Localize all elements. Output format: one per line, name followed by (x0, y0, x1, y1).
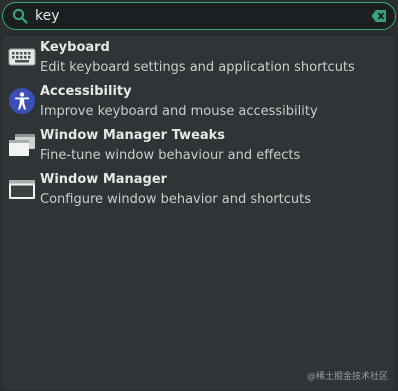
window-manager-icon (9, 180, 35, 199)
keyboard-icon (8, 48, 36, 66)
accessibility-icon (9, 88, 35, 114)
result-title: Window Manager Tweaks (40, 128, 226, 143)
settings-search-window: Keyboard Edit keyboard settings and appl… (0, 0, 398, 391)
result-title: Accessibility (40, 84, 132, 99)
clear-icon[interactable] (371, 9, 387, 23)
search-bar[interactable] (2, 2, 396, 30)
results-panel: Keyboard Edit keyboard settings and appl… (3, 36, 395, 389)
result-window-manager[interactable]: Window Manager Configure window behavior… (3, 168, 395, 212)
results-list: Keyboard Edit keyboard settings and appl… (3, 36, 395, 212)
search-input[interactable] (35, 6, 355, 26)
result-description: Configure window behavior and shortcuts (40, 192, 312, 207)
result-accessibility[interactable]: Accessibility Improve keyboard and mouse… (3, 80, 395, 124)
result-title: Keyboard (40, 40, 110, 55)
result-window-manager-tweaks[interactable]: Window Manager Tweaks Fine-tune window b… (3, 124, 395, 168)
result-description: Improve keyboard and mouse accessibility (40, 104, 318, 119)
result-keyboard[interactable]: Keyboard Edit keyboard settings and appl… (3, 36, 395, 80)
watermark: @稀土掘金技术社区 (306, 372, 388, 382)
result-title: Window Manager (40, 172, 168, 187)
search-icon (12, 8, 28, 24)
window-manager-tweaks-icon (9, 134, 35, 156)
result-description: Fine-tune window behaviour and effects (40, 148, 301, 163)
result-description: Edit keyboard settings and application s… (40, 60, 355, 75)
